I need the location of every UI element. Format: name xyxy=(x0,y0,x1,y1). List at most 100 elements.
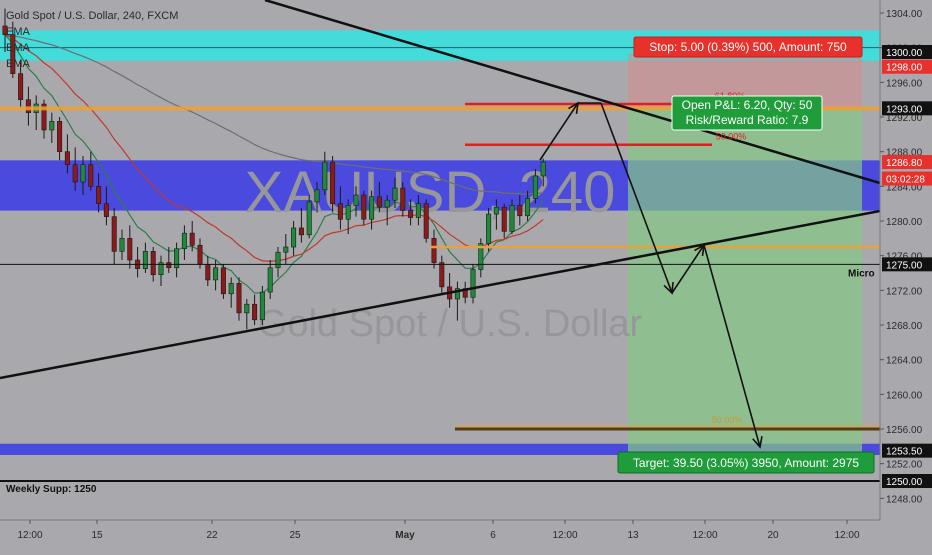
candle-body xyxy=(306,201,312,236)
candle-body xyxy=(244,303,250,314)
time-tick-label: 15 xyxy=(91,530,103,541)
candle-body xyxy=(376,196,382,208)
candle-body xyxy=(127,238,133,261)
candle-body xyxy=(174,248,180,269)
price-tick-label: 1256.00 xyxy=(886,425,923,436)
target-info-box-text: Target: 39.50 (3.05%) 3950, Amount: 2975 xyxy=(633,456,859,470)
candle-body xyxy=(220,267,226,295)
candle-body xyxy=(181,232,187,250)
candle-body xyxy=(361,194,367,220)
price-tick-label: 1248.00 xyxy=(886,494,923,505)
stop-info-box-text: Stop: 5.00 (0.39%) 500, Amount: 750 xyxy=(649,40,847,54)
candle-body xyxy=(111,216,117,252)
candle-body xyxy=(213,267,219,281)
candle-body xyxy=(283,246,289,253)
candle-body xyxy=(197,244,203,265)
price-tag-label: 1275.00 xyxy=(886,260,923,271)
time-tick-label: 22 xyxy=(206,530,218,541)
candle-body xyxy=(18,73,24,100)
candle-body xyxy=(353,194,359,206)
candle-body xyxy=(142,251,148,269)
micro-label: Micro xyxy=(848,268,875,279)
candle-body xyxy=(439,262,445,288)
candle-body xyxy=(166,262,172,269)
pnl-info-box-text: Open P&L: 6.20, Qty: 50 xyxy=(682,98,813,112)
candle-body xyxy=(267,267,273,293)
candle-body xyxy=(25,99,31,113)
candle-body xyxy=(470,269,476,298)
time-tick-label: 6 xyxy=(490,530,496,541)
price-tick-label: 1268.00 xyxy=(886,321,923,332)
chart-legend: Gold Spot / U.S. Dollar, 240, FXCM EMA E… xyxy=(6,8,178,72)
time-tick-label: May xyxy=(395,530,415,541)
watermark-name: Gold Spot / U.S. Dollar xyxy=(258,303,643,345)
candle-body xyxy=(314,189,320,203)
price-tick-label: 1304.00 xyxy=(886,9,923,20)
fib-500-label: 50.00% xyxy=(716,132,747,142)
price-tag-label: 1298.00 xyxy=(886,63,923,74)
projection-segment xyxy=(539,102,579,161)
price-tag-label: 1293.00 xyxy=(886,104,923,115)
price-tag-label: 1250.00 xyxy=(886,477,923,488)
symbol-title[interactable]: Gold Spot / U.S. Dollar, 240, FXCM xyxy=(6,8,178,24)
candle-body xyxy=(252,303,258,321)
candle-body xyxy=(205,264,211,281)
candle-body xyxy=(150,251,156,276)
time-tick-label: 13 xyxy=(627,530,639,541)
time-tick-label: 12:00 xyxy=(17,530,42,541)
candle-body xyxy=(415,203,421,218)
price-chart[interactable]: XAUUSD, 240 Gold Spot / U.S. Dollar 61.8… xyxy=(0,0,932,550)
price-tick-label: 1272.00 xyxy=(886,286,923,297)
chart-canvas[interactable]: XAUUSD, 240 Gold Spot / U.S. Dollar 61.8… xyxy=(0,0,932,550)
price-tick-label: 1264.00 xyxy=(886,356,923,367)
candle-body xyxy=(392,187,398,201)
price-tag-label: 1286.80 xyxy=(886,158,923,169)
candle-body xyxy=(384,199,390,208)
candle-body xyxy=(525,198,531,217)
candle-body xyxy=(88,164,94,187)
candle-body xyxy=(486,213,492,244)
candle-body xyxy=(236,283,242,314)
candle-body xyxy=(369,196,375,220)
candle-body xyxy=(259,291,265,321)
candle-body xyxy=(119,238,125,252)
price-tick-label: 1260.00 xyxy=(886,390,923,401)
candle-body xyxy=(423,203,429,239)
indicator-ema-2[interactable]: EMA xyxy=(6,40,178,56)
fib-lower-label: 50.00% xyxy=(712,415,743,425)
price-tag-label: 1253.50 xyxy=(886,447,923,458)
candle-body xyxy=(189,232,195,246)
candle-body xyxy=(509,205,515,232)
candle-body xyxy=(64,151,70,165)
weekly-support-label: Weekly Supp: 1250 xyxy=(6,484,97,495)
candle-body xyxy=(228,283,234,295)
indicator-ema-3[interactable]: EMA xyxy=(6,56,178,72)
candle-body xyxy=(49,121,55,131)
candle-body xyxy=(72,164,78,183)
candle-body xyxy=(322,161,328,191)
price-tick-label: 1252.00 xyxy=(886,460,923,471)
time-tick-label: 12:00 xyxy=(692,530,717,541)
candle-body xyxy=(291,227,297,248)
indicator-ema-1[interactable]: EMA xyxy=(6,24,178,40)
price-tag-label: 1300.00 xyxy=(886,48,923,59)
price-tick-label: 1280.00 xyxy=(886,217,923,228)
candle-body xyxy=(493,206,499,215)
candle-body xyxy=(540,161,546,177)
candle-body xyxy=(501,206,507,232)
candle-body xyxy=(96,186,102,204)
candle-body xyxy=(345,205,351,220)
time-tick-label: 25 xyxy=(289,530,301,541)
candle-body xyxy=(103,203,109,217)
watermark-symbol: XAUUSD, 240 xyxy=(245,160,616,225)
take-profit-box xyxy=(628,108,862,456)
candle-body xyxy=(275,251,281,269)
candle-body xyxy=(408,210,414,218)
time-tick-label: 12:00 xyxy=(552,530,577,541)
pnl-info-box-text: Risk/Reward Ratio: 7.9 xyxy=(686,113,809,127)
candle-body xyxy=(400,187,406,211)
candle-body xyxy=(532,175,538,199)
candle-body xyxy=(431,238,437,263)
candle-body xyxy=(517,205,523,217)
price-tick-label: 1296.00 xyxy=(886,78,923,89)
